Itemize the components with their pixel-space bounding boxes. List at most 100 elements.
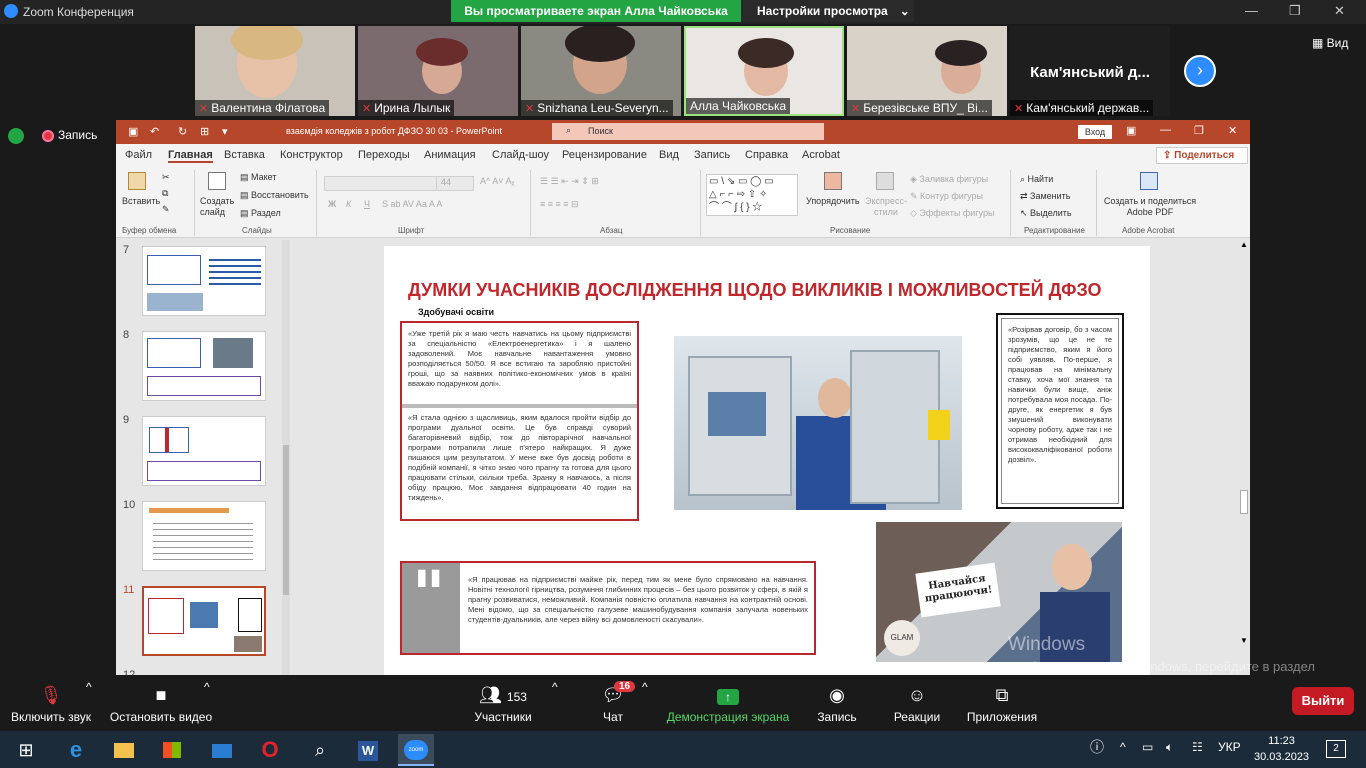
quick-styles-icon[interactable] [876,172,894,190]
tab-file[interactable]: Файл [125,149,152,161]
arrange-button[interactable]: Упорядочить [806,196,860,206]
scroll-down-icon[interactable]: ▼ [1240,636,1248,645]
close-icon[interactable]: ✕ [1334,3,1345,19]
paste-icon[interactable] [128,172,146,190]
italic-icon[interactable]: К [346,199,351,209]
align-icons[interactable]: ≡ ≡ ≡ ≡ ⊟ [540,199,579,210]
bold-icon[interactable]: Ж [328,199,336,209]
file-explorer-icon[interactable] [106,734,142,766]
redo-icon[interactable]: ↻ [178,125,187,138]
replace-button[interactable]: ⇄ Заменить [1020,191,1071,202]
ppt-restore-icon[interactable]: ❐ [1194,124,1204,137]
bullets-icons[interactable]: ☰ ☰ ⇤ ⇥ ⇕ ⊞ [540,176,599,187]
font-name-select[interactable] [324,176,442,191]
new-slide-icon[interactable] [208,172,226,190]
start-windows-icon[interactable]: ⊞ [8,734,44,766]
participant-tile[interactable]: Кам'янський д... ✕ Кам'янський держав... [1010,26,1170,116]
ppt-minimize-icon[interactable]: — [1160,124,1171,136]
search-box[interactable]: ⌕ Поиск [552,123,824,140]
slide-thumbnail[interactable] [142,416,266,486]
slide-thumbnail[interactable] [142,331,266,401]
shape-outline-button[interactable]: ✎ Контур фигуры [910,191,983,202]
slide-thumbnail[interactable] [142,501,266,571]
acrobat-pdf-icon[interactable] [1140,172,1158,190]
participant-tile-active-speaker[interactable]: Алла Чайковська [684,26,844,116]
participants-caret-icon[interactable]: ^ [552,680,558,694]
increase-font-icon[interactable]: A^ A˅ Aᵪ [480,176,515,186]
chat-button[interactable]: 💬︎ 16 Чат [598,680,636,724]
view-options-button[interactable]: Настройки просмотра ⌄ [741,0,914,22]
scrollbar-thumb[interactable] [1240,490,1248,514]
tab-transitions[interactable]: Переходы [358,149,410,161]
speaker-icon[interactable]: 🔈︎ [1166,740,1173,755]
new-slide-button[interactable]: Создать слайд [200,196,240,218]
scroll-up-icon[interactable]: ▲ [1240,240,1248,249]
customize-qat-icon[interactable]: ▾ [222,125,228,138]
find-button[interactable]: ⌕ Найти [1020,174,1053,185]
next-page-button[interactable]: › [1184,55,1216,87]
unmute-button[interactable]: 🎙︎ Включить звук [8,680,94,724]
underline-icon[interactable]: Ч [364,199,370,209]
tab-acrobat[interactable]: Acrobat [802,149,840,161]
language-indicator[interactable]: УКР [1218,740,1241,754]
thumbnails-scrollbar[interactable] [282,240,290,675]
ppt-close-icon[interactable]: ✕ [1228,124,1237,137]
reactions-button[interactable]: ☺ Реакции [890,680,944,724]
tab-review[interactable]: Рецензирование [562,149,647,161]
recording-indicator[interactable]: Запись [8,128,97,144]
font-size-select[interactable]: 44 [436,176,474,191]
cut-icon[interactable]: ✂ [162,172,170,183]
arrange-icon[interactable] [824,172,842,190]
reset-button[interactable]: ▤ Восстановить [240,190,309,201]
tab-record[interactable]: Запись [694,149,730,161]
audio-options-caret-icon[interactable]: ^ [86,680,92,694]
quick-styles-button[interactable]: Экспресс-стили [862,196,910,218]
undo-icon[interactable]: ↶ [150,125,159,138]
shapes-gallery[interactable]: ▭ \ ⇘ ▭ ◯ ▭ △ ⌐ ⌐ ⇨ ⇧ ✧ ⌒ ⌒ ∫ { } ☆ [706,174,798,216]
minimize-icon[interactable]: — [1245,3,1258,18]
paste-button[interactable]: Вставить [122,196,160,206]
slide-scrollbar[interactable]: ▲ ▼ [1238,240,1250,675]
current-slide[interactable]: ДУМКИ УЧАСНИКІВ ДОСЛІДЖЕННЯ ЩОДО ВИКЛИКІ… [384,246,1150,675]
network-icon[interactable]: ☷ [1192,740,1203,754]
share-button[interactable]: ⇪ Поделиться [1156,147,1248,164]
opera-browser-icon[interactable]: O [252,734,288,766]
slide-thumbnail-selected[interactable] [142,586,266,656]
tab-animations[interactable]: Анимация [424,149,476,161]
mail-icon[interactable] [204,734,240,766]
scrollbar-thumb[interactable] [283,445,289,595]
signin-button[interactable]: Вход [1078,125,1112,139]
section-button[interactable]: ▤ Раздел [240,208,281,219]
participants-button[interactable]: 👥︎ 153 Участники [470,680,536,724]
tab-home[interactable]: Главная [168,149,213,163]
save-icon[interactable]: ▣ [128,125,138,138]
store-icon[interactable] [154,734,190,766]
tab-slideshow[interactable]: Слайд-шоу [492,149,549,161]
create-pdf-button[interactable]: Создать и поделиться Adobe PDF [1102,196,1198,218]
maximize-icon[interactable]: ❐ [1289,3,1301,19]
share-screen-button[interactable]: ↑ Демонстрация экрана [664,680,792,724]
edge-browser-icon[interactable]: e [58,734,94,766]
participant-tile[interactable]: ✕ Ирина Лылык [358,26,518,116]
tab-insert[interactable]: Вставка [224,149,265,161]
shape-effects-button[interactable]: ◇ Эффекты фигуры [910,208,994,219]
participant-tile[interactable]: ✕ Snizhana Leu-Severyn... [521,26,681,116]
ribbon-display-icon[interactable]: ▣ [1126,124,1136,137]
help-icon[interactable]: ⓘ [1090,737,1104,757]
search-tool-icon[interactable]: ⌕ [302,734,338,766]
video-options-caret-icon[interactable]: ^ [204,680,210,694]
tab-design[interactable]: Конструктор [280,149,343,161]
copy-icon[interactable]: ⧉ [162,188,168,199]
view-button[interactable]: ▦ Вид [1312,36,1348,50]
select-button[interactable]: ↖ Выделить [1020,208,1072,219]
word-icon[interactable]: W [350,734,386,766]
stop-video-button[interactable]: ■ Остановить видео [106,680,216,724]
clock[interactable]: 11:23 30.03.2023 [1254,733,1309,765]
notification-center-icon[interactable]: 2 [1326,740,1346,758]
slide-thumbnail[interactable] [142,246,266,316]
presentation-icon[interactable]: ⊞ [200,125,209,138]
show-hidden-icons-icon[interactable]: ^ [1120,740,1126,754]
format-painter-icon[interactable]: ✎ [162,204,170,215]
tab-help[interactable]: Справка [745,149,788,161]
layout-button[interactable]: ▤ Макет [240,172,277,183]
